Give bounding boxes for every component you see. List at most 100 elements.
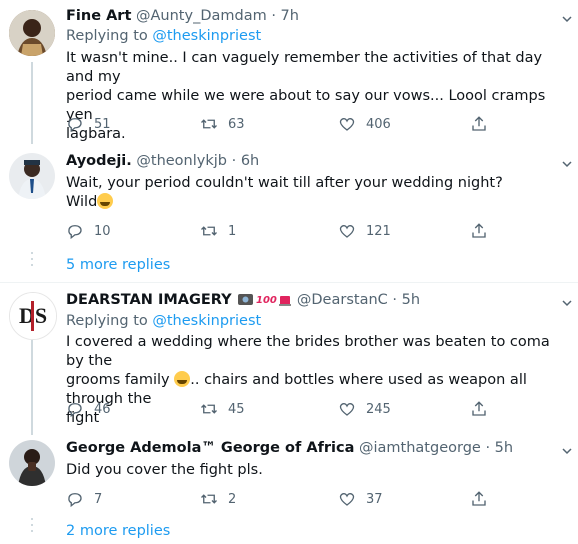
tweet-text: Wait, your period couldn't wait till aft… — [66, 174, 572, 212]
reply-count: 46 — [94, 401, 111, 417]
retweet-button[interactable]: 2 — [200, 490, 236, 508]
laughing-emoji-icon — [174, 371, 191, 387]
svg-text:100: 100 — [256, 295, 277, 306]
like-count: 406 — [366, 116, 391, 132]
like-button[interactable]: 406 — [338, 115, 391, 133]
tweet-actions: 46 45 245 — [66, 400, 496, 420]
like-count: 121 — [366, 223, 391, 239]
tweet-text-line: grooms family — [66, 372, 170, 388]
retweet-count: 45 — [228, 401, 245, 417]
reply-count: 7 — [94, 491, 103, 507]
timestamp[interactable]: 6h — [241, 153, 259, 169]
more-replies-link[interactable]: 5 more replies — [66, 257, 170, 273]
share-icon — [472, 116, 486, 131]
like-count: 245 — [366, 401, 391, 417]
tweet-header: DEARSTAN IMAGERY 100 @DearstanC · 5h — [66, 292, 420, 308]
thread-line — [31, 340, 33, 435]
retweet-icon — [201, 226, 217, 236]
mention-link[interactable]: @theskinpriest — [152, 313, 261, 329]
laughing-emoji-icon — [97, 193, 114, 209]
replying-to: Replying to @theskinpriest — [66, 28, 261, 44]
separator-dot: · — [231, 153, 237, 169]
tweet-actions: 10 1 121 — [66, 222, 496, 242]
chevron-down-icon[interactable] — [562, 159, 572, 169]
separator-dot: · — [271, 8, 276, 24]
share-button[interactable] — [470, 115, 488, 133]
chevron-down-icon[interactable] — [562, 446, 572, 456]
retweet-button[interactable]: 1 — [200, 222, 236, 240]
retweet-button[interactable]: 45 — [200, 400, 245, 418]
share-button[interactable] — [470, 222, 488, 240]
replying-to-label: Replying to — [66, 28, 148, 44]
reply-icon — [68, 493, 82, 508]
reply-count: 10 — [94, 223, 111, 239]
chevron-down-icon[interactable] — [562, 14, 572, 24]
share-icon — [472, 491, 486, 506]
reply-button[interactable]: 7 — [66, 490, 102, 508]
display-name[interactable]: Fine Art — [66, 8, 131, 24]
avatar-dearstan[interactable]: DS — [9, 292, 57, 340]
avatar-ayodeji[interactable] — [9, 153, 55, 199]
thread-dots — [31, 518, 33, 536]
like-button[interactable]: 245 — [338, 400, 391, 418]
timestamp[interactable]: 7h — [281, 8, 299, 24]
retweet-count: 1 — [228, 223, 237, 239]
tweet-actions: 7 2 37 — [66, 490, 496, 510]
user-handle[interactable]: @DearstanC — [297, 292, 388, 308]
retweet-count: 63 — [228, 116, 245, 132]
camera-hundred-siren-emoji-icon: 100 — [238, 294, 292, 306]
user-handle[interactable]: @Aunty_Damdam — [136, 8, 267, 24]
share-icon — [472, 223, 486, 238]
display-name[interactable]: Ayodeji. — [66, 153, 132, 169]
tweet-text-line: It wasn't mine.. I can vaguely remember … — [66, 50, 543, 85]
thread-dots — [31, 252, 33, 270]
tweet-text-line: I covered a wedding where the brides bro… — [66, 334, 550, 369]
tweet-text: Did you cover the fight pls. — [66, 461, 572, 480]
timestamp[interactable]: 5h — [495, 440, 513, 456]
heart-icon — [339, 402, 355, 416]
display-name[interactable]: DEARSTAN IMAGERY — [66, 292, 232, 308]
share-button[interactable] — [470, 490, 488, 508]
share-icon — [472, 401, 486, 416]
tweet-text-line: Did you cover the fight pls. — [66, 462, 263, 478]
reply-count: 51 — [94, 116, 111, 132]
timestamp[interactable]: 5h — [402, 292, 420, 308]
mention-link[interactable]: @theskinpriest — [152, 28, 261, 44]
reply-icon — [68, 403, 82, 418]
separator-dot: · — [485, 440, 491, 456]
heart-icon — [339, 224, 355, 238]
retweet-count: 2 — [228, 491, 237, 507]
chevron-down-icon[interactable] — [562, 298, 572, 308]
like-count: 37 — [366, 491, 383, 507]
divider — [0, 282, 578, 283]
replying-to-label: Replying to — [66, 313, 148, 329]
retweet-icon — [201, 494, 217, 504]
replying-to: Replying to @theskinpriest — [66, 313, 261, 329]
tweet-header: George Ademola™ George of Africa @iamtha… — [66, 440, 513, 456]
tweet-actions: 51 63 406 — [66, 115, 496, 135]
retweet-icon — [201, 404, 217, 414]
retweet-icon — [201, 119, 217, 129]
retweet-button[interactable]: 63 — [200, 115, 245, 133]
tweet-header: Ayodeji. @theonlykjb · 6h — [66, 153, 259, 169]
tweet-header: Fine Art @Aunty_Damdam · 7h — [66, 8, 299, 24]
heart-icon — [339, 117, 355, 131]
tweet-text-line: Wait, your period couldn't wait till aft… — [66, 175, 503, 191]
more-replies-link[interactable]: 2 more replies — [66, 523, 170, 539]
share-button[interactable] — [470, 400, 488, 418]
reply-icon — [68, 118, 82, 133]
user-handle[interactable]: @theonlykjb — [136, 153, 227, 169]
avatar-george[interactable] — [9, 440, 55, 486]
tweet-text-line: Wild — [66, 194, 98, 210]
user-handle[interactable]: @iamthatgeorge — [359, 440, 481, 456]
like-button[interactable]: 121 — [338, 222, 391, 240]
reply-button[interactable]: 51 — [66, 115, 111, 133]
separator-dot: · — [392, 292, 397, 308]
avatar-fine-art[interactable] — [9, 10, 55, 56]
reply-button[interactable]: 10 — [66, 222, 111, 240]
reply-button[interactable]: 46 — [66, 400, 111, 418]
like-button[interactable]: 37 — [338, 490, 383, 508]
thread-line — [31, 62, 33, 144]
heart-icon — [339, 492, 355, 506]
display-name[interactable]: George Ademola™ George of Africa — [66, 440, 354, 456]
